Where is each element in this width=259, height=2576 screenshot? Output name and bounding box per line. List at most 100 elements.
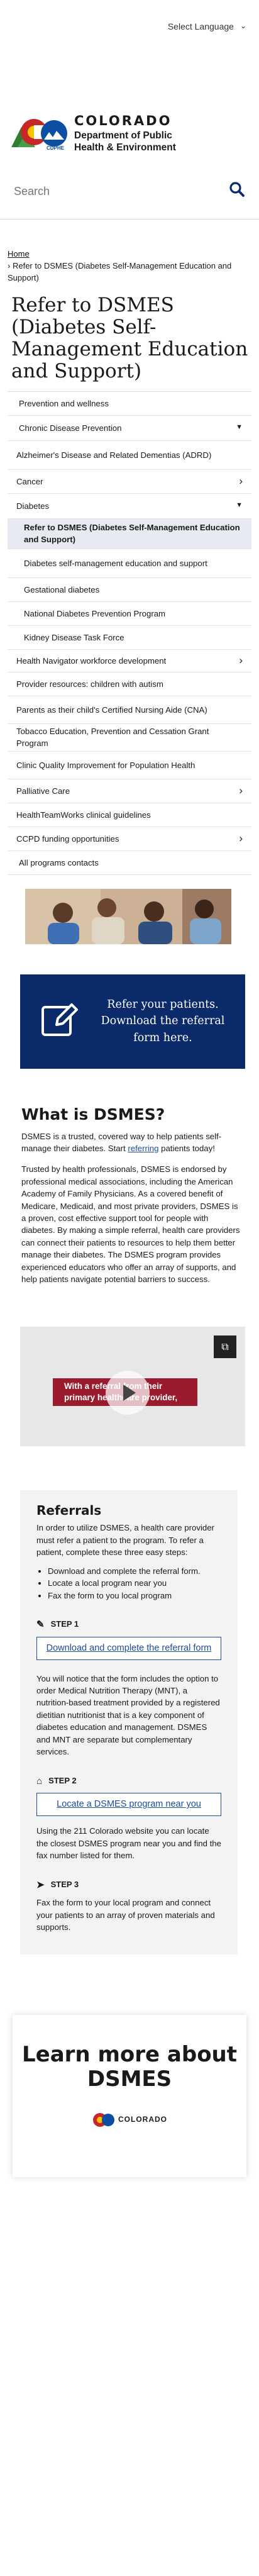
chevron-down-icon[interactable]: ▼ xyxy=(236,501,243,511)
chevron-right-icon[interactable]: › xyxy=(239,474,243,489)
edit-icon: ✎ xyxy=(36,1619,45,1630)
nav-item[interactable]: Gestational diabetes xyxy=(8,578,251,602)
nav-item[interactable]: Refer to DSMES (Diabetes Self-Management… xyxy=(8,518,251,549)
language-selector-label: Select Language xyxy=(167,21,234,31)
external-link-icon[interactable]: ⧉ xyxy=(214,1335,236,1359)
play-icon[interactable] xyxy=(106,1371,150,1415)
mini-logo: COLORADO xyxy=(54,2107,205,2133)
page-title: Refer to DSMES (Diabetes Self-Management… xyxy=(11,293,248,382)
cta-label: Refer your patients. Download the referr… xyxy=(101,998,225,1044)
nav-item[interactable]: HealthTeamWorks clinical guidelines xyxy=(8,803,251,827)
nav-item[interactable]: CCPD funding opportunities › xyxy=(8,827,251,851)
edit-icon xyxy=(40,1001,79,1042)
search-icon[interactable] xyxy=(229,181,245,201)
hero-photo xyxy=(25,888,231,944)
breadcrumb-home-link[interactable]: Home xyxy=(8,249,30,259)
what-is-p1-end: patients today! xyxy=(158,1144,215,1153)
step-1-text: You will notice that the form includes t… xyxy=(36,1673,220,1757)
logo-title: COLORADO xyxy=(74,113,172,129)
chevron-right-icon[interactable]: › xyxy=(239,783,243,799)
list-item: Download and complete the referral form. xyxy=(48,1565,221,1577)
referrals-intro: In order to utilize DSMES, a health care… xyxy=(36,1523,214,1558)
chevron-down-icon: ⌄ xyxy=(240,21,246,31)
nav-item[interactable]: Alzheimer's Disease and Related Dementia… xyxy=(8,441,251,470)
step-2-text: Using the 211 Colorado website you can l… xyxy=(36,1826,221,1861)
nav-item[interactable]: Cancer › xyxy=(8,470,251,494)
nav-item-label: Palliative Care xyxy=(16,786,70,796)
step-2-heading: ⌂ STEP 2 xyxy=(36,1775,221,1788)
mini-logo-text: COLORADO xyxy=(118,2114,167,2124)
nav-item-label: Chronic Disease Prevention xyxy=(19,423,122,433)
referring-link[interactable]: referring xyxy=(128,1144,158,1153)
nav-item-label: All programs contacts xyxy=(19,857,99,867)
nav-item[interactable]: Clinic Quality Improvement for Populatio… xyxy=(8,752,251,779)
breadcrumb-separator: › xyxy=(8,260,11,270)
search-bar xyxy=(0,175,259,208)
what-is-paragraph-1: DSMES is a trusted, covered way to help … xyxy=(0,1124,259,1155)
search-input[interactable] xyxy=(14,184,202,198)
nav-item-label: Alzheimer's Disease and Related Dementia… xyxy=(16,450,212,460)
locate-program-button[interactable]: Locate a DSMES program near you xyxy=(36,1793,221,1817)
nav-item-label: National Diabetes Prevention Program xyxy=(24,608,166,618)
nav-item[interactable]: Provider resources: children with autism xyxy=(8,672,251,696)
nav-item-label: CCPD funding opportunities xyxy=(16,834,119,844)
step-2-label: STEP 2 xyxy=(48,1775,77,1785)
referral-form-cta[interactable]: Refer your patients. Download the referr… xyxy=(20,974,245,1069)
nav-item-label: Health Navigator workforce development xyxy=(16,655,167,666)
step-3-heading: ➤ STEP 3 xyxy=(36,1878,221,1892)
nav-item[interactable]: Prevention and wellness xyxy=(8,392,251,416)
step-1-heading: ✎ STEP 1 xyxy=(36,1618,221,1632)
step-1-label: STEP 1 xyxy=(50,1619,79,1629)
logo-subtitle-1: Department of Public xyxy=(74,130,172,142)
nav-item[interactable]: Chronic Disease Prevention ▼ xyxy=(8,416,251,441)
section-navigation: Prevention and wellness Chronic Disease P… xyxy=(8,391,251,875)
nav-item-label: Kidney Disease Task Force xyxy=(24,632,124,642)
nav-item[interactable]: Diabetes ▼ xyxy=(8,494,251,519)
list-item: Fax the form to you local program xyxy=(48,1590,221,1602)
cdphe-logo-icon: CDPHE xyxy=(11,119,67,151)
nav-item[interactable]: Palliative Care › xyxy=(8,779,251,803)
breadcrumb-current: Refer to DSMES (Diabetes Self-Management… xyxy=(8,260,232,282)
learn-more-card: Learn more about DSMES COLORADO xyxy=(13,2015,246,2178)
download-referral-form-button[interactable]: Download and complete the referral form xyxy=(36,1636,221,1660)
breadcrumb: Home › Refer to DSMES (Diabetes Self-Man… xyxy=(0,220,259,284)
language-selector[interactable]: Select Language ⌄ xyxy=(0,0,259,53)
chevron-right-icon[interactable]: › xyxy=(239,831,243,847)
nav-item-label: Diabetes xyxy=(16,501,50,511)
nav-item[interactable]: Diabetes self-management education and s… xyxy=(8,549,251,578)
referrals-steps-list: Download and complete the referral form.… xyxy=(48,1565,221,1602)
nav-item-label: Gestational diabetes xyxy=(24,584,100,594)
video-player[interactable]: With a referral from their primary healt… xyxy=(20,1327,245,1447)
chevron-down-icon[interactable]: ▼ xyxy=(236,423,243,433)
nav-item[interactable]: Tobacco Education, Prevention and Cessat… xyxy=(8,724,251,752)
site-logo[interactable]: CDPHE COLORADO Department of Public Heal… xyxy=(0,53,259,179)
logo-badge: CDPHE xyxy=(47,145,65,151)
nav-item[interactable]: Health Navigator workforce development › xyxy=(8,650,251,672)
nav-item-label: Parents as their child's Certified Nursi… xyxy=(16,705,207,715)
nav-item-label: Clinic Quality Improvement for Populatio… xyxy=(16,760,196,770)
referrals-heading: Referrals xyxy=(36,1503,102,1519)
step-3-text: Fax the form to your local program and c… xyxy=(36,1898,215,1932)
nav-item[interactable]: All programs contacts xyxy=(8,851,251,875)
nav-item[interactable]: Parents as their child's Certified Nursi… xyxy=(8,696,251,724)
list-item: Locate a local program near you xyxy=(48,1577,221,1589)
send-icon: ➤ xyxy=(36,1879,45,1890)
what-is-paragraph-2: Trusted by health professionals, DSMES i… xyxy=(21,1164,240,1285)
nav-item-label: Refer to DSMES (Diabetes Self-Management… xyxy=(24,522,240,545)
building-icon: ⌂ xyxy=(36,1775,43,1787)
logo-subtitle-2: Health & Environment xyxy=(74,142,176,153)
what-is-heading: What is DSMES? xyxy=(21,1105,165,1124)
chevron-right-icon[interactable]: › xyxy=(239,653,243,669)
nav-item-label: Provider resources: children with autism xyxy=(16,679,163,689)
referrals-panel: Referrals In order to utilize DSMES, a h… xyxy=(20,1490,238,1955)
colorado-logo-icon xyxy=(93,2112,114,2127)
step-3-label: STEP 3 xyxy=(50,1879,79,1889)
nav-item-label: Cancer xyxy=(16,476,43,486)
nav-item-label: Prevention and wellness xyxy=(19,398,109,408)
nav-item[interactable]: National Diabetes Prevention Program xyxy=(8,602,251,626)
nav-item-label: Tobacco Education, Prevention and Cessat… xyxy=(16,726,209,749)
learn-more-heading: Learn more about DSMES xyxy=(21,2042,238,2092)
nav-item-label: Diabetes self-management education and s… xyxy=(24,558,207,568)
nav-item-label: HealthTeamWorks clinical guidelines xyxy=(16,810,151,820)
nav-item[interactable]: Kidney Disease Task Force xyxy=(8,626,251,650)
